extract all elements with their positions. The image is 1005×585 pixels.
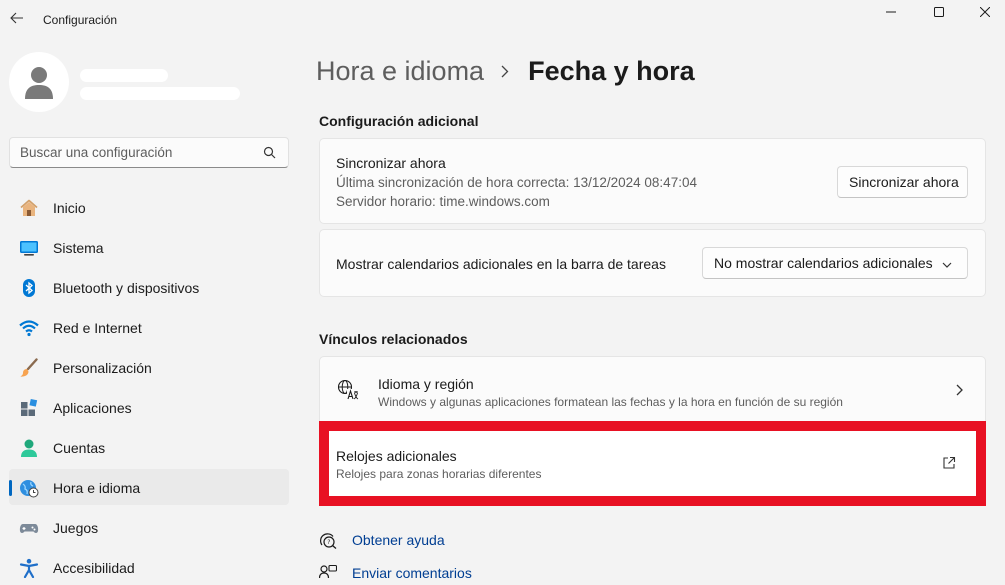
last-sync-text: Última sincronización de hora correcta: … — [336, 175, 697, 190]
user-name-redacted — [80, 69, 168, 82]
maximize-icon — [934, 7, 944, 17]
apps-icon — [19, 398, 39, 418]
search-icon[interactable] — [263, 146, 276, 159]
sidebar-item-hora-idioma[interactable]: Hora e idioma — [9, 469, 289, 505]
sidebar-item-juegos[interactable]: Juegos — [9, 509, 289, 545]
sync-card: Sincronizar ahora Última sincronización … — [319, 138, 986, 224]
get-help-text: Obtener ayuda — [352, 532, 445, 548]
sidebar-item-aplicaciones[interactable]: Aplicaciones — [9, 389, 289, 425]
accessibility-icon — [19, 558, 39, 578]
language-icon — [337, 379, 359, 400]
sidebar-item-red[interactable]: Red e Internet — [9, 309, 289, 345]
gamepad-icon — [19, 518, 39, 538]
search-input[interactable] — [10, 138, 250, 167]
sidebar-item-label: Aplicaciones — [53, 400, 132, 416]
sidebar-item-personalizacion[interactable]: Personalización — [9, 349, 289, 385]
app-title: Configuración — [43, 13, 118, 27]
bluetooth-icon — [19, 278, 39, 298]
additional-clocks-link[interactable]: Relojes adicionales Relojes para zonas h… — [319, 421, 986, 506]
breadcrumb: Hora e idioma Fecha y hora — [316, 53, 695, 89]
additional-clocks-description: Relojes para zonas horarias diferentes — [336, 467, 542, 481]
system-icon — [19, 238, 39, 258]
chevron-right-icon — [501, 64, 513, 78]
calendars-label: Mostrar calendarios adicionales en la ba… — [336, 256, 666, 272]
section-title-related: Vínculos relacionados — [319, 331, 468, 347]
feedback-icon — [319, 564, 337, 579]
svg-text:?: ? — [327, 539, 330, 546]
sidebar-item-label: Bluetooth y dispositivos — [53, 280, 200, 296]
sidebar-item-bluetooth[interactable]: Bluetooth y dispositivos — [9, 269, 289, 305]
search-box[interactable] — [9, 137, 289, 168]
breadcrumb-parent[interactable]: Hora e idioma — [316, 56, 484, 87]
sidebar-item-cuentas[interactable]: Cuentas — [9, 429, 289, 465]
send-feedback-link[interactable]: Enviar comentarios — [319, 562, 472, 584]
back-button[interactable] — [6, 6, 28, 30]
close-button[interactable] — [962, 0, 1005, 24]
sidebar-item-label: Inicio — [53, 200, 86, 216]
sidebar-item-label: Cuentas — [53, 440, 106, 456]
maximize-button[interactable] — [916, 0, 962, 24]
get-help-link[interactable]: ? Obtener ayuda — [319, 529, 445, 551]
sidebar-item-label: Hora e idioma — [53, 480, 141, 496]
help-icon: ? — [320, 533, 337, 549]
avatar[interactable] — [9, 52, 69, 112]
sidebar-item-label: Personalización — [53, 360, 152, 376]
accounts-icon — [19, 438, 39, 458]
external-link-icon — [943, 456, 956, 469]
user-icon — [25, 67, 53, 99]
language-region-link[interactable]: Idioma y región Windows y algunas aplica… — [319, 356, 986, 423]
brush-icon — [19, 358, 39, 378]
user-email-redacted — [80, 87, 240, 100]
sidebar-item-label: Sistema — [53, 240, 104, 256]
sidebar-item-label: Accesibilidad — [53, 560, 135, 576]
back-arrow-icon — [10, 12, 23, 24]
language-region-description: Windows y algunas aplicaciones formatean… — [378, 395, 843, 409]
calendars-card: Mostrar calendarios adicionales en la ba… — [319, 229, 986, 297]
sidebar-nav: Inicio Sistema Bluetooth y dispositivos … — [9, 189, 289, 585]
send-feedback-text: Enviar comentarios — [352, 565, 472, 581]
sidebar-item-sistema[interactable]: Sistema — [9, 229, 289, 265]
calendars-dropdown[interactable]: No mostrar calendarios adicionales — [702, 247, 968, 279]
home-icon — [19, 198, 39, 218]
wifi-icon — [19, 318, 39, 338]
sidebar-item-label: Juegos — [53, 520, 99, 536]
section-title-additional: Configuración adicional — [319, 113, 479, 129]
time-language-icon — [19, 478, 39, 498]
chevron-right-icon — [956, 384, 963, 396]
minimize-button[interactable] — [868, 0, 914, 24]
sync-now-button[interactable]: Sincronizar ahora — [837, 166, 968, 198]
additional-clocks-title: Relojes adicionales — [336, 448, 457, 464]
calendars-selected-value: No mostrar calendarios adicionales — [714, 255, 933, 271]
minimize-icon — [886, 11, 896, 13]
title-bar: Configuración — [0, 0, 1005, 40]
time-server-text: Servidor horario: time.windows.com — [336, 194, 550, 209]
close-icon — [980, 7, 990, 17]
sidebar-item-label: Red e Internet — [53, 320, 142, 336]
sidebar-item-inicio[interactable]: Inicio — [9, 189, 289, 225]
page-title: Fecha y hora — [528, 55, 695, 86]
sync-title: Sincronizar ahora — [336, 155, 446, 171]
language-region-title: Idioma y región — [378, 376, 474, 392]
sidebar-item-accesibilidad[interactable]: Accesibilidad — [9, 549, 289, 585]
chevron-down-icon — [942, 262, 952, 268]
